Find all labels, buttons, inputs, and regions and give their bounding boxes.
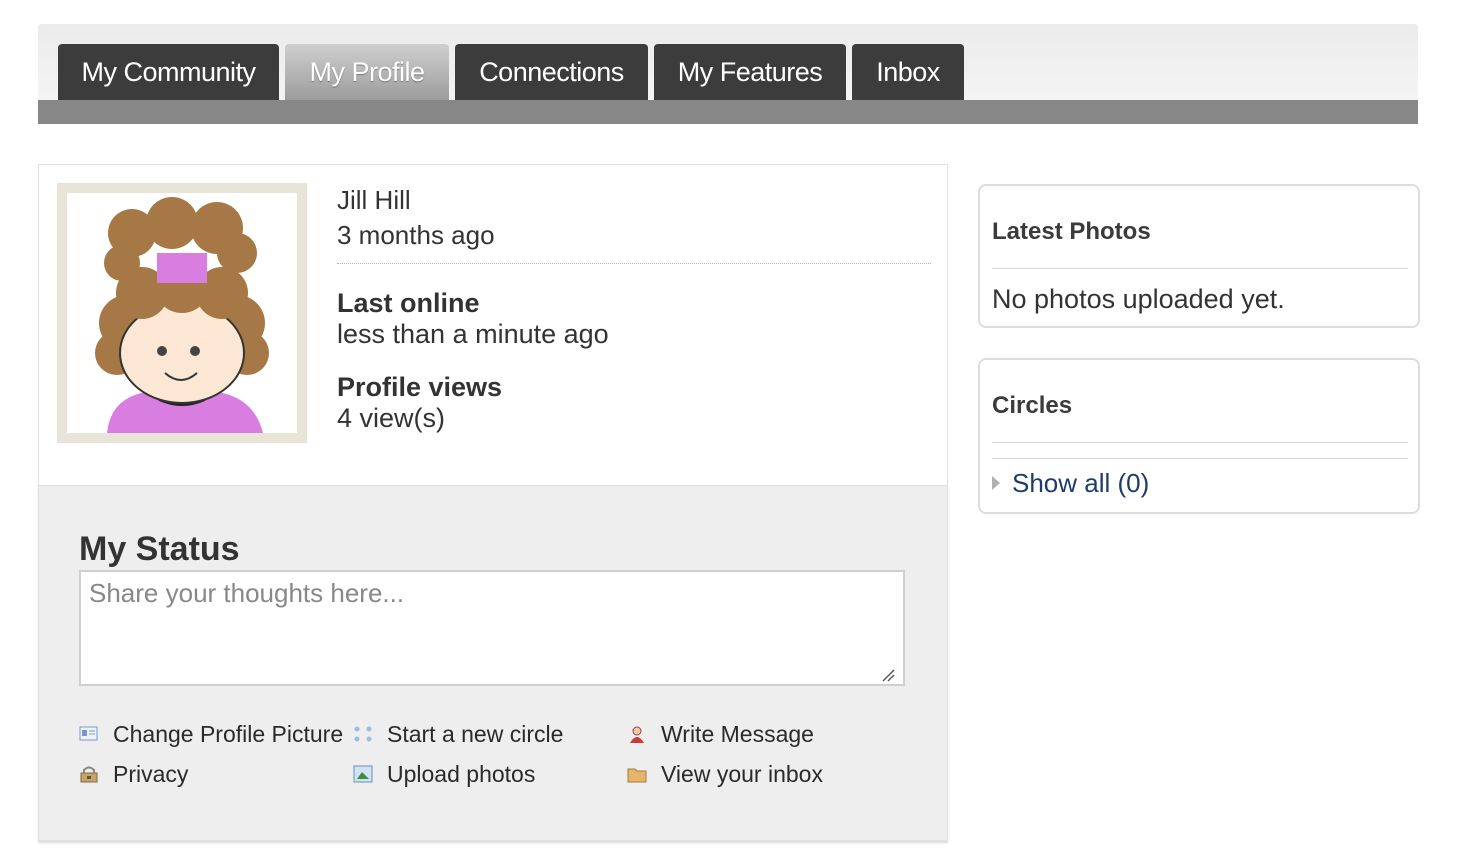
photo-icon — [353, 765, 373, 783]
resize-grip-icon[interactable] — [881, 668, 895, 682]
privacy-label: Privacy — [113, 761, 189, 787]
profile-info: Jill Hill 3 months ago Last online less … — [337, 183, 931, 434]
view-inbox-label: View your inbox — [661, 761, 823, 787]
inbox-folder-icon — [627, 768, 647, 783]
tab-connections[interactable]: Connections — [455, 44, 648, 100]
tab-inbox[interactable]: Inbox — [852, 44, 964, 100]
upload-photos-label: Upload photos — [387, 761, 536, 787]
write-message-icon — [630, 726, 644, 743]
divider — [992, 268, 1408, 269]
status-input[interactable] — [79, 570, 905, 686]
no-photos-message: No photos uploaded yet. — [992, 284, 1285, 314]
tab-my-features[interactable]: My Features — [654, 44, 846, 100]
profile-joined: 3 months ago — [337, 217, 931, 264]
nav-bar — [38, 100, 1418, 124]
tab-my-community[interactable]: My Community — [58, 44, 279, 100]
latest-photos-title: Latest Photos — [992, 218, 1151, 245]
status-panel: My Status Change Profile Picture Privacy… — [38, 486, 948, 841]
divider — [992, 442, 1408, 443]
status-title: My Status — [79, 530, 240, 568]
profile-name[interactable]: Jill Hill — [337, 183, 931, 217]
circles-box: Circles Show all (0) — [978, 358, 1420, 514]
triangle-right-icon — [992, 476, 1000, 490]
last-online-label: Last online — [337, 288, 480, 318]
avatar-girl-illustration — [67, 193, 297, 433]
start-new-circle-label: Start a new circle — [387, 721, 564, 747]
profile-card-icon — [79, 726, 98, 741]
profile-views-label: Profile views — [337, 372, 503, 402]
profile-views-value: 4 view(s) — [337, 403, 446, 433]
tab-my-profile[interactable]: My Profile — [285, 44, 449, 100]
last-online-value: less than a minute ago — [337, 319, 609, 349]
circle-icon — [354, 726, 372, 742]
main-navigation: My Community My Profile Connections My F… — [38, 24, 1418, 124]
avatar[interactable] — [57, 183, 307, 443]
divider — [992, 458, 1408, 459]
show-all-circles-link[interactable]: Show all (0) — [1012, 468, 1149, 499]
write-message-label: Write Message — [661, 721, 814, 747]
profile-card: Jill Hill 3 months ago Last online less … — [38, 164, 948, 487]
circles-title: Circles — [992, 392, 1073, 419]
latest-photos-box: Latest Photos No photos uploaded yet. — [978, 184, 1420, 328]
privacy-icon — [80, 766, 98, 783]
change-profile-picture-label: Change Profile Picture — [113, 721, 344, 747]
